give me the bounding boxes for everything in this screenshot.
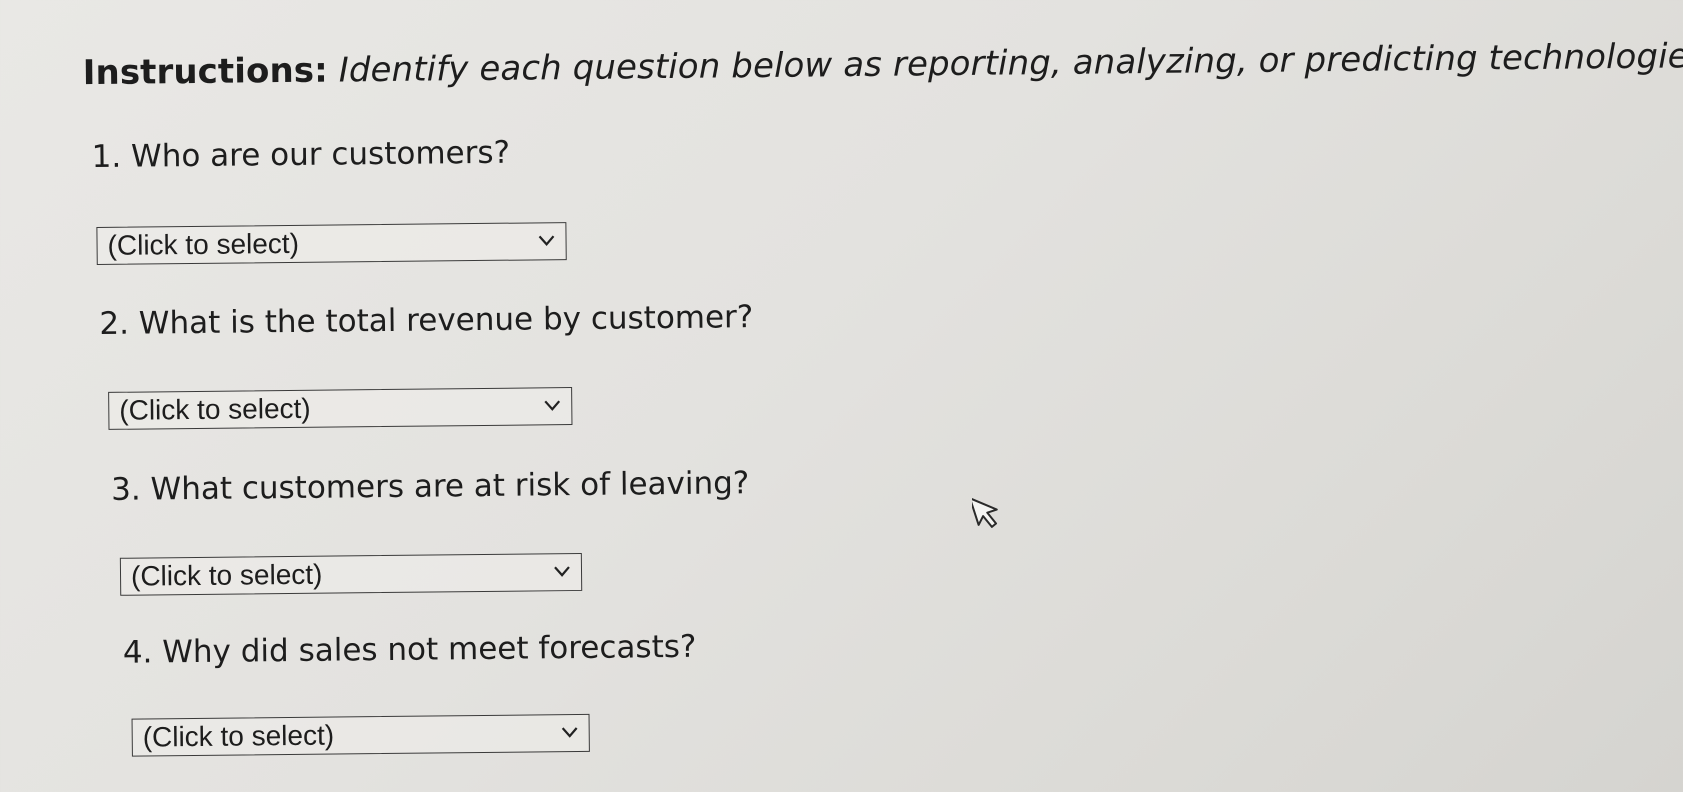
question-2-dropdown[interactable]: (Click to select) xyxy=(108,387,573,430)
question-1-dropdown[interactable]: (Click to select) xyxy=(96,222,567,266)
question-4-dropdown-value: (Click to select) xyxy=(142,719,335,753)
instructions-label: Instructions: xyxy=(82,50,329,94)
chevron-down-icon xyxy=(554,566,570,577)
question-4: 4. Why did sales not meet forecasts? xyxy=(122,628,697,671)
mouse-pointer-icon xyxy=(972,497,998,528)
question-2-dropdown-value: (Click to select) xyxy=(119,392,311,426)
question-1-dropdown-value: (Click to select) xyxy=(107,227,300,261)
chevron-down-icon xyxy=(538,235,555,246)
worksheet-page: Instructions: Identify each question bel… xyxy=(0,0,1683,792)
question-2: 2. What is the total revenue by customer… xyxy=(99,299,754,342)
chevron-down-icon xyxy=(561,727,578,738)
question-3: 3. What customers are at risk of leaving… xyxy=(110,465,750,508)
question-3-dropdown-value: (Click to select) xyxy=(130,558,323,592)
chevron-down-icon xyxy=(544,400,561,411)
instructions-body: Identify each question below as reportin… xyxy=(327,36,1683,91)
question-4-dropdown[interactable]: (Click to select) xyxy=(131,713,590,757)
question-1: 1. Who are our customers? xyxy=(91,134,511,176)
question-3-dropdown[interactable]: (Click to select) xyxy=(119,552,583,596)
instructions-text: Instructions: Identify each question bel… xyxy=(83,36,1683,93)
